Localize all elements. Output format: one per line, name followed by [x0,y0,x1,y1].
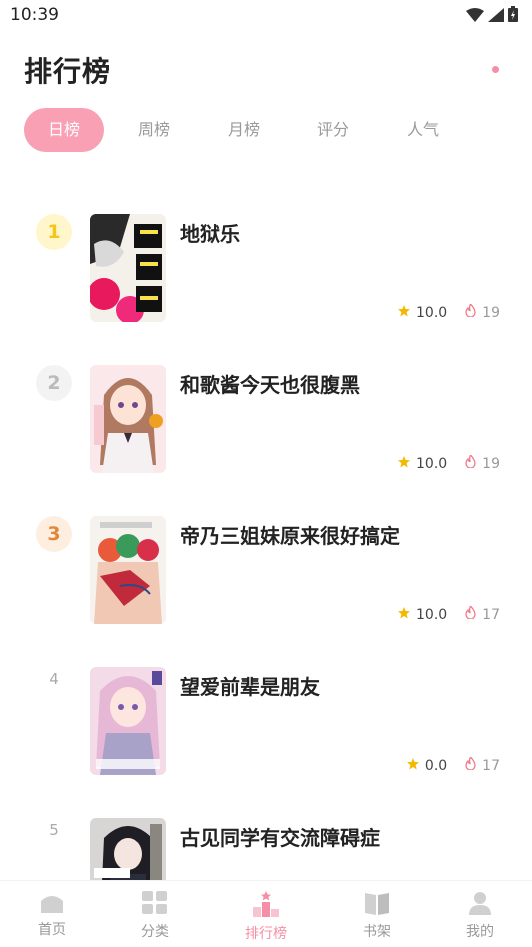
rating-value: 0.0 [424,757,448,774]
cover-wakachan[interactable] [90,365,166,473]
tab-monthly[interactable]: 月榜 [204,108,284,152]
wifi-icon [466,7,484,26]
grid-icon [115,891,195,919]
star-icon [398,304,416,321]
comic-title[interactable]: 望爱前辈是朋友 [180,671,320,700]
battery-icon [508,6,518,26]
nav-label: 排行榜 [245,926,287,942]
comic-stats: 10.0 19 [398,302,500,321]
fire-icon [465,302,482,321]
signal-icon [488,7,504,26]
ranking-icon [226,891,306,921]
heat-stat: 19 [465,302,500,321]
fire-icon [465,453,482,472]
nav-label: 首页 [38,922,66,938]
star-icon [406,757,425,774]
status-icons [466,6,518,26]
comic-title[interactable]: 地狱乐 [180,218,240,247]
ranking-row[interactable]: 2 和歌酱今天也很腹黑 10.0 19 [0,363,532,473]
heat-stat: 17 [465,604,500,623]
comic-stats: 0.0 17 [406,755,500,774]
rank-badge: 3 [36,516,72,552]
ranking-tabs: 日榜 周榜 月榜 评分 人气 [24,108,508,152]
heat-value: 19 [482,304,500,321]
heat-value: 17 [482,606,500,623]
status-bar: 10:39 [0,0,532,30]
heat-stat: 19 [465,453,500,472]
ranking-row[interactable]: 3 帝乃三姐妹原来很好搞定 10.0 17 [0,514,532,624]
home-icon [12,891,92,917]
comic-title[interactable]: 和歌酱今天也很腹黑 [180,369,360,398]
tab-daily[interactable]: 日榜 [24,108,104,152]
cover-jigokuraku[interactable] [90,214,166,322]
page-title: 排行榜 [24,55,112,88]
nav-label: 分类 [141,924,169,940]
nav-bookshelf[interactable]: 书架 [337,891,417,941]
comic-stats: 10.0 17 [398,604,500,623]
fire-icon [465,755,482,774]
rating-value: 10.0 [416,455,448,472]
nav-home[interactable]: 首页 [12,891,92,939]
rank-number: 5 [49,821,59,839]
nav-category[interactable]: 分类 [115,891,195,941]
ranking-row[interactable]: 1 地狱乐 10.0 19 [0,212,532,322]
rating-value: 10.0 [416,606,448,623]
nav-label: 我的 [466,924,494,940]
fire-icon [465,604,482,623]
rank-badge: 1 [36,214,72,250]
rank-number: 4 [49,670,59,688]
heat-value: 19 [482,455,500,472]
heat-value: 17 [482,757,500,774]
nav-profile[interactable]: 我的 [440,891,520,941]
nav-label: 书架 [363,924,391,940]
nav-ranking[interactable]: 排行榜 [226,891,306,943]
user-icon [440,891,520,919]
cover-teino-sisters[interactable] [90,516,166,624]
rank-badge: 2 [36,365,72,401]
heat-stat: 17 [465,755,500,774]
tab-popularity[interactable]: 人气 [383,108,463,152]
comic-title[interactable]: 古见同学有交流障碍症 [180,822,380,851]
menu-dot-icon[interactable] [492,66,499,73]
ranking-row[interactable]: 4 望爱前辈是朋友 0.0 17 [0,665,532,775]
tab-weekly[interactable]: 周榜 [114,108,194,152]
rating-value: 10.0 [416,304,448,321]
cover-nozomi-senpai[interactable] [90,667,166,775]
star-icon [398,606,416,623]
bottom-nav: 首页 分类 排行榜 书架 我的 [0,880,532,947]
star-icon [398,455,416,472]
comic-stats: 10.0 19 [398,453,500,472]
status-time: 10:39 [10,5,59,25]
comic-title[interactable]: 帝乃三姐妹原来很好搞定 [180,520,400,549]
bookshelf-icon [337,891,417,919]
tab-rating[interactable]: 评分 [293,108,373,152]
